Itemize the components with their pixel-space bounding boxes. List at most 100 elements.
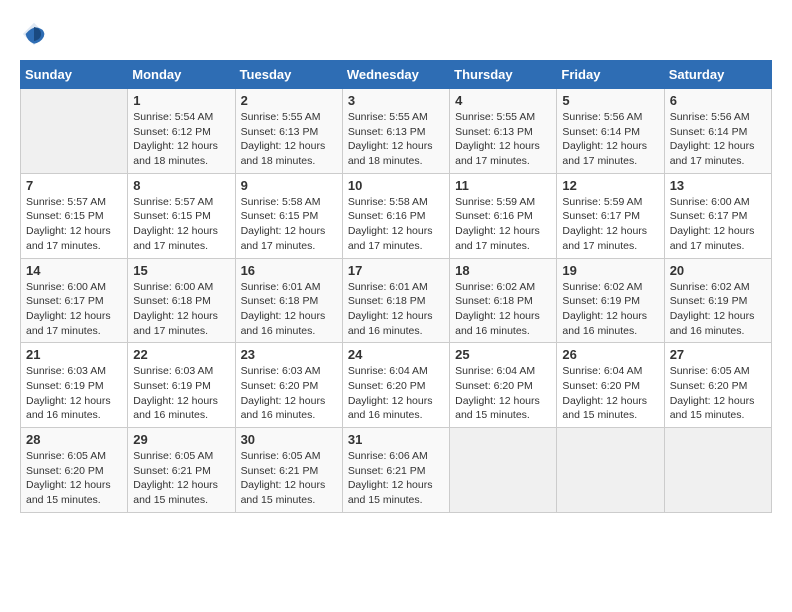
day-info: Sunrise: 6:01 AM Sunset: 6:18 PM Dayligh… bbox=[348, 280, 444, 339]
calendar-cell: 18 Sunrise: 6:02 AM Sunset: 6:18 PM Dayli… bbox=[450, 258, 557, 343]
calendar-cell: 25 Sunrise: 6:04 AM Sunset: 6:20 PM Dayli… bbox=[450, 343, 557, 428]
day-number: 23 bbox=[241, 347, 337, 362]
logo bbox=[20, 20, 52, 48]
day-info: Sunrise: 6:04 AM Sunset: 6:20 PM Dayligh… bbox=[348, 364, 444, 423]
calendar-cell: 14 Sunrise: 6:00 AM Sunset: 6:17 PM Dayli… bbox=[21, 258, 128, 343]
day-info: Sunrise: 6:05 AM Sunset: 6:21 PM Dayligh… bbox=[133, 449, 229, 508]
calendar-cell: 16 Sunrise: 6:01 AM Sunset: 6:18 PM Dayli… bbox=[235, 258, 342, 343]
calendar-cell: 26 Sunrise: 6:04 AM Sunset: 6:20 PM Dayli… bbox=[557, 343, 664, 428]
calendar-cell: 1 Sunrise: 5:54 AM Sunset: 6:12 PM Daylig… bbox=[128, 89, 235, 174]
calendar-cell: 4Sunrise: 5:55 AM Sunset: 6:13 PM Daylig… bbox=[450, 89, 557, 174]
calendar-cell: 15Sunrise: 6:00 AM Sunset: 6:18 PM Dayli… bbox=[128, 258, 235, 343]
day-number: 18 bbox=[455, 263, 551, 278]
calendar-cell: 13Sunrise: 6:00 AM Sunset: 6:17 PM Dayli… bbox=[664, 173, 771, 258]
day-info: Sunrise: 5:54 AM Sunset: 6:12 PM Dayligh… bbox=[133, 110, 229, 169]
day-info: Sunrise: 5:59 AM Sunset: 6:17 PM Dayligh… bbox=[562, 195, 658, 254]
calendar-cell: 28 Sunrise: 6:05 AM Sunset: 6:20 PM Dayli… bbox=[21, 428, 128, 513]
calendar-cell: 29 Sunrise: 6:05 AM Sunset: 6:21 PM Dayli… bbox=[128, 428, 235, 513]
calendar-cell bbox=[450, 428, 557, 513]
calendar-cell bbox=[557, 428, 664, 513]
day-number: 9 bbox=[241, 178, 337, 193]
calendar-week-4: 21 Sunrise: 6:03 AM Sunset: 6:19 PM Dayli… bbox=[21, 343, 772, 428]
calendar-week-1: 1 Sunrise: 5:54 AM Sunset: 6:12 PM Daylig… bbox=[21, 89, 772, 174]
day-info: Sunrise: 6:04 AM Sunset: 6:20 PM Dayligh… bbox=[455, 364, 551, 423]
day-info: Sunrise: 6:05 AM Sunset: 6:20 PM Dayligh… bbox=[26, 449, 122, 508]
calendar-cell: 30 Sunrise: 6:05 AM Sunset: 6:21 PM Dayli… bbox=[235, 428, 342, 513]
day-number: 22 bbox=[133, 347, 229, 362]
calendar-week-2: 7 Sunrise: 5:57 AM Sunset: 6:15 PM Daylig… bbox=[21, 173, 772, 258]
calendar-table: SundayMondayTuesdayWednesdayThursdayFrid… bbox=[20, 60, 772, 513]
day-number: 29 bbox=[133, 432, 229, 447]
day-number: 16 bbox=[241, 263, 337, 278]
calendar-cell: 10 Sunrise: 5:58 AM Sunset: 6:16 PM Dayli… bbox=[342, 173, 449, 258]
col-header-tuesday: Tuesday bbox=[235, 61, 342, 89]
day-number: 28 bbox=[26, 432, 122, 447]
day-number: 3 bbox=[348, 93, 444, 108]
day-info: Sunrise: 6:02 AM Sunset: 6:19 PM Dayligh… bbox=[562, 280, 658, 339]
day-number: 11 bbox=[455, 178, 551, 193]
day-info: Sunrise: 6:03 AM Sunset: 6:19 PM Dayligh… bbox=[133, 364, 229, 423]
page: SundayMondayTuesdayWednesdayThursdayFrid… bbox=[0, 0, 792, 533]
day-number: 1 bbox=[133, 93, 229, 108]
day-number: 6 bbox=[670, 93, 766, 108]
day-info: Sunrise: 5:58 AM Sunset: 6:15 PM Dayligh… bbox=[241, 195, 337, 254]
calendar-cell: 22 Sunrise: 6:03 AM Sunset: 6:19 PM Dayli… bbox=[128, 343, 235, 428]
day-info: Sunrise: 6:03 AM Sunset: 6:19 PM Dayligh… bbox=[26, 364, 122, 423]
day-info: Sunrise: 5:59 AM Sunset: 6:16 PM Dayligh… bbox=[455, 195, 551, 254]
day-info: Sunrise: 6:06 AM Sunset: 6:21 PM Dayligh… bbox=[348, 449, 444, 508]
calendar-week-3: 14 Sunrise: 6:00 AM Sunset: 6:17 PM Dayli… bbox=[21, 258, 772, 343]
calendar-cell: 17 Sunrise: 6:01 AM Sunset: 6:18 PM Dayli… bbox=[342, 258, 449, 343]
day-info: Sunrise: 6:02 AM Sunset: 6:18 PM Dayligh… bbox=[455, 280, 551, 339]
calendar-cell: 9 Sunrise: 5:58 AM Sunset: 6:15 PM Daylig… bbox=[235, 173, 342, 258]
calendar-cell: 7 Sunrise: 5:57 AM Sunset: 6:15 PM Daylig… bbox=[21, 173, 128, 258]
calendar-cell: 12Sunrise: 5:59 AM Sunset: 6:17 PM Dayli… bbox=[557, 173, 664, 258]
day-number: 24 bbox=[348, 347, 444, 362]
day-info: Sunrise: 5:56 AM Sunset: 6:14 PM Dayligh… bbox=[562, 110, 658, 169]
calendar-cell: 19 Sunrise: 6:02 AM Sunset: 6:19 PM Dayli… bbox=[557, 258, 664, 343]
calendar-cell: 3Sunrise: 5:55 AM Sunset: 6:13 PM Daylig… bbox=[342, 89, 449, 174]
calendar-cell: 6 Sunrise: 5:56 AM Sunset: 6:14 PM Daylig… bbox=[664, 89, 771, 174]
col-header-saturday: Saturday bbox=[664, 61, 771, 89]
day-info: Sunrise: 6:04 AM Sunset: 6:20 PM Dayligh… bbox=[562, 364, 658, 423]
day-info: Sunrise: 6:05 AM Sunset: 6:20 PM Dayligh… bbox=[670, 364, 766, 423]
day-number: 21 bbox=[26, 347, 122, 362]
calendar-cell: 11 Sunrise: 5:59 AM Sunset: 6:16 PM Dayli… bbox=[450, 173, 557, 258]
calendar-cell: 24 Sunrise: 6:04 AM Sunset: 6:20 PM Dayli… bbox=[342, 343, 449, 428]
calendar-cell: 8Sunrise: 5:57 AM Sunset: 6:15 PM Daylig… bbox=[128, 173, 235, 258]
day-info: Sunrise: 5:57 AM Sunset: 6:15 PM Dayligh… bbox=[26, 195, 122, 254]
day-number: 31 bbox=[348, 432, 444, 447]
col-header-sunday: Sunday bbox=[21, 61, 128, 89]
calendar-week-5: 28 Sunrise: 6:05 AM Sunset: 6:20 PM Dayli… bbox=[21, 428, 772, 513]
day-number: 7 bbox=[26, 178, 122, 193]
day-number: 8 bbox=[133, 178, 229, 193]
day-info: Sunrise: 5:56 AM Sunset: 6:14 PM Dayligh… bbox=[670, 110, 766, 169]
day-number: 26 bbox=[562, 347, 658, 362]
day-number: 14 bbox=[26, 263, 122, 278]
day-info: Sunrise: 6:02 AM Sunset: 6:19 PM Dayligh… bbox=[670, 280, 766, 339]
calendar-cell: 20Sunrise: 6:02 AM Sunset: 6:19 PM Dayli… bbox=[664, 258, 771, 343]
day-info: Sunrise: 6:00 AM Sunset: 6:17 PM Dayligh… bbox=[26, 280, 122, 339]
day-info: Sunrise: 6:05 AM Sunset: 6:21 PM Dayligh… bbox=[241, 449, 337, 508]
day-number: 15 bbox=[133, 263, 229, 278]
calendar-cell: 23 Sunrise: 6:03 AM Sunset: 6:20 PM Dayli… bbox=[235, 343, 342, 428]
day-number: 2 bbox=[241, 93, 337, 108]
header bbox=[20, 20, 772, 48]
day-info: Sunrise: 5:55 AM Sunset: 6:13 PM Dayligh… bbox=[455, 110, 551, 169]
day-info: Sunrise: 6:01 AM Sunset: 6:18 PM Dayligh… bbox=[241, 280, 337, 339]
day-info: Sunrise: 5:58 AM Sunset: 6:16 PM Dayligh… bbox=[348, 195, 444, 254]
day-info: Sunrise: 6:03 AM Sunset: 6:20 PM Dayligh… bbox=[241, 364, 337, 423]
calendar-cell: 5Sunrise: 5:56 AM Sunset: 6:14 PM Daylig… bbox=[557, 89, 664, 174]
day-info: Sunrise: 5:55 AM Sunset: 6:13 PM Dayligh… bbox=[241, 110, 337, 169]
calendar-cell: 2 Sunrise: 5:55 AM Sunset: 6:13 PM Daylig… bbox=[235, 89, 342, 174]
calendar-header-row: SundayMondayTuesdayWednesdayThursdayFrid… bbox=[21, 61, 772, 89]
day-number: 25 bbox=[455, 347, 551, 362]
calendar-cell bbox=[21, 89, 128, 174]
day-number: 19 bbox=[562, 263, 658, 278]
calendar-cell: 27Sunrise: 6:05 AM Sunset: 6:20 PM Dayli… bbox=[664, 343, 771, 428]
day-number: 30 bbox=[241, 432, 337, 447]
col-header-wednesday: Wednesday bbox=[342, 61, 449, 89]
day-number: 10 bbox=[348, 178, 444, 193]
day-info: Sunrise: 6:00 AM Sunset: 6:17 PM Dayligh… bbox=[670, 195, 766, 254]
calendar-cell: 31 Sunrise: 6:06 AM Sunset: 6:21 PM Dayli… bbox=[342, 428, 449, 513]
day-number: 17 bbox=[348, 263, 444, 278]
